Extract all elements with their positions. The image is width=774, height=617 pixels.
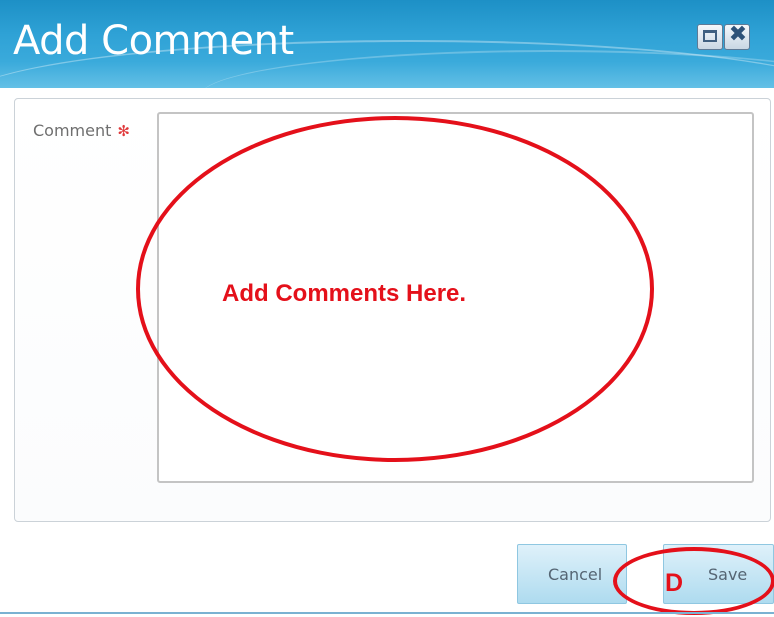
required-icon: ✻ [117, 122, 130, 140]
close-button[interactable]: ✖ [724, 22, 750, 50]
comment-label-text: Comment [33, 121, 112, 140]
dialog-bottom-border [0, 612, 774, 614]
dialog-titlebar: Add Comment ✖ [0, 0, 774, 88]
comment-textarea[interactable] [157, 112, 754, 483]
close-icon: ✖ [728, 22, 748, 47]
cancel-button[interactable]: Cancel [517, 544, 627, 604]
comment-label: Comment ✻ [33, 121, 130, 140]
save-button[interactable]: Save [663, 544, 774, 604]
maximize-button[interactable] [697, 24, 723, 50]
dialog-title: Add Comment [13, 18, 294, 64]
maximize-icon [703, 30, 717, 42]
